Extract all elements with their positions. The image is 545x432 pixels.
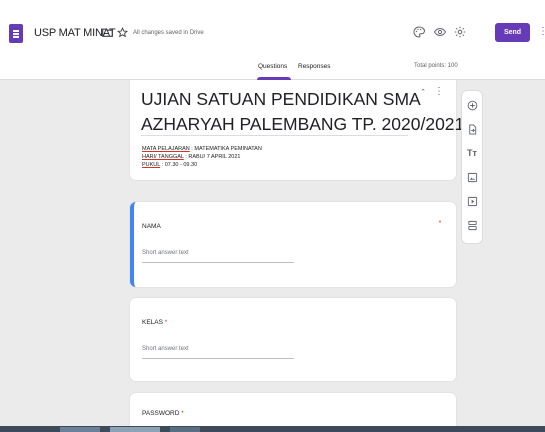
form-description-line: PUKUL : 07.30 - 09.30 — [142, 162, 198, 168]
short-answer-line — [142, 262, 294, 263]
question-toolbar: Tт — [462, 91, 482, 243]
form-title-line-1: UJIAN SATUAN PENDIDIKAN SMA — [141, 89, 421, 109]
taskbar-item[interactable] — [170, 427, 200, 432]
star-icon[interactable] — [116, 26, 128, 38]
folder-icon[interactable] — [101, 26, 113, 38]
required-asterisk: * — [164, 319, 168, 326]
total-points: Total points: 100 — [414, 63, 458, 69]
form-description-line: HARI/ TANGGAL : RABU/ 7 APRIL 2021 — [142, 154, 241, 160]
top-bar: USP MAT MINAT All changes saved in Drive… — [0, 0, 545, 80]
settings-icon[interactable] — [453, 25, 467, 39]
send-button[interactable]: Send — [495, 23, 530, 42]
question-title[interactable]: PASSWORD * — [142, 410, 184, 417]
short-answer-placeholder[interactable]: Short answer text — [142, 346, 189, 352]
import-questions-icon[interactable] — [466, 123, 478, 135]
add-image-icon[interactable] — [466, 171, 478, 183]
form-title[interactable]: UJIAN SATUAN PENDIDIKAN SMA AZHARYAH PAL… — [141, 87, 464, 137]
title-divider — [141, 135, 408, 136]
required-asterisk: * — [181, 410, 184, 417]
collapse-icon[interactable]: ⌃ — [418, 86, 428, 98]
save-status: All changes saved in Drive — [133, 30, 204, 36]
tab-bar: Questions Responses Total points: 100 — [0, 60, 545, 80]
question-card-kelas[interactable] — [130, 298, 456, 381]
forms-app-icon[interactable] — [9, 24, 23, 43]
taskbar-item[interactable] — [110, 427, 160, 432]
add-question-icon[interactable] — [466, 99, 478, 111]
question-card-nama[interactable] — [130, 202, 456, 287]
add-section-icon[interactable] — [466, 219, 478, 231]
preview-eye-icon[interactable] — [433, 25, 447, 39]
short-answer-line — [142, 358, 294, 359]
more-vert-icon[interactable]: ⋮ — [434, 85, 444, 97]
more-vert-icon[interactable]: ⋮ — [538, 26, 545, 37]
form-canvas: UJIAN SATUAN PENDIDIKAN SMA AZHARYAH PAL… — [0, 80, 545, 426]
question-title[interactable]: KELAS * — [142, 319, 167, 326]
add-title-icon[interactable]: Tт — [466, 147, 478, 159]
form-description-line: MATA PELAJARAN : MATEMATIKA PEMINATAN — [142, 146, 262, 152]
add-video-icon[interactable] — [466, 195, 478, 207]
question-title[interactable]: NAMA — [142, 223, 161, 230]
required-asterisk: * — [438, 219, 442, 227]
form-title-line-2: AZHARYAH PALEMBANG TP. 2020/2021 — [141, 114, 465, 134]
palette-icon[interactable] — [412, 25, 426, 39]
tab-questions[interactable]: Questions — [258, 63, 287, 70]
short-answer-placeholder[interactable]: Short answer text — [142, 250, 189, 256]
taskbar-item[interactable] — [60, 427, 100, 432]
tab-responses[interactable]: Responses — [298, 63, 331, 70]
